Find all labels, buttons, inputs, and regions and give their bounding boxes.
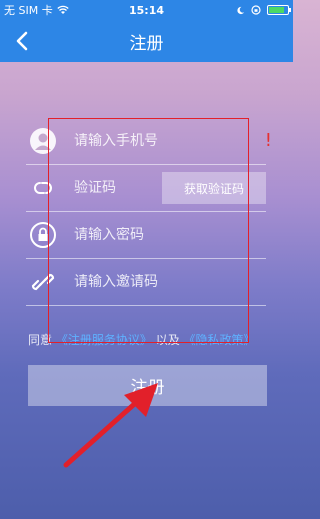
lock-icon [28, 220, 58, 250]
carrier-label: 无 SIM 卡 [4, 4, 53, 17]
chain-link-icon [28, 173, 58, 203]
status-right [236, 5, 291, 15]
status-left: 无 SIM 卡 [4, 2, 69, 18]
link-icon [28, 267, 58, 297]
invite-code-input[interactable] [74, 274, 204, 290]
error-indicator: ! [264, 130, 272, 151]
orientation-lock-icon [251, 5, 261, 15]
register-form: ! 获取验证码 [26, 118, 272, 306]
battery-fill [269, 7, 285, 13]
invite-row [26, 259, 266, 306]
agreement-prefix: 同意 [28, 333, 53, 347]
page-title: 注册 [129, 33, 164, 54]
back-icon[interactable] [12, 30, 34, 52]
user-icon [28, 126, 58, 156]
password-input[interactable] [74, 227, 204, 243]
password-row [26, 212, 266, 259]
status-bar: 无 SIM 卡 15:14 [0, 0, 293, 20]
get-code-button[interactable]: 获取验证码 [162, 172, 266, 204]
terms-link[interactable]: 《注册服务协议》 [56, 333, 152, 347]
verification-code-input[interactable] [74, 180, 154, 196]
phone-row: ! [26, 118, 272, 165]
privacy-link[interactable]: 《隐私政策》 [184, 333, 256, 347]
moon-icon [237, 6, 245, 14]
agreement-text: 同意 《注册服务协议》 以及 《隐私政策》 [28, 331, 256, 348]
code-row: 获取验证码 [26, 165, 266, 212]
phone-input[interactable] [74, 133, 204, 149]
battery-icon [267, 5, 291, 15]
register-button[interactable]: 注册 [28, 365, 267, 406]
wifi-icon [57, 5, 69, 14]
nav-bar: 注册 [0, 20, 293, 62]
agreement-middle: 以及 [155, 333, 180, 347]
